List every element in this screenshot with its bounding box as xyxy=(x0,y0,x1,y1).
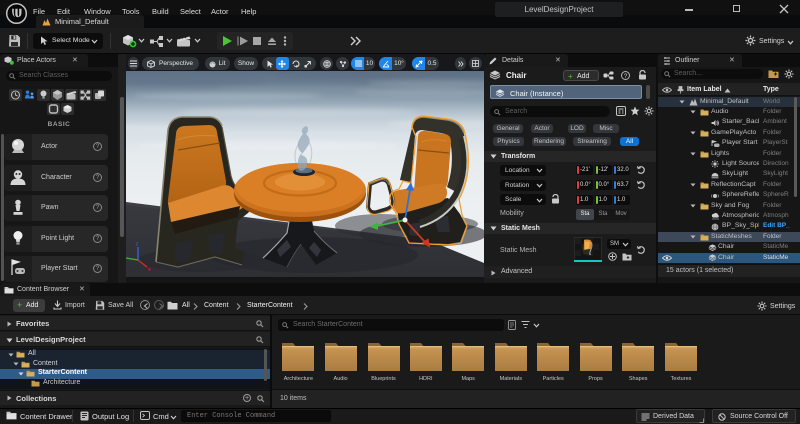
svg-text:z: z xyxy=(136,242,139,248)
svg-text:x: x xyxy=(148,267,151,273)
